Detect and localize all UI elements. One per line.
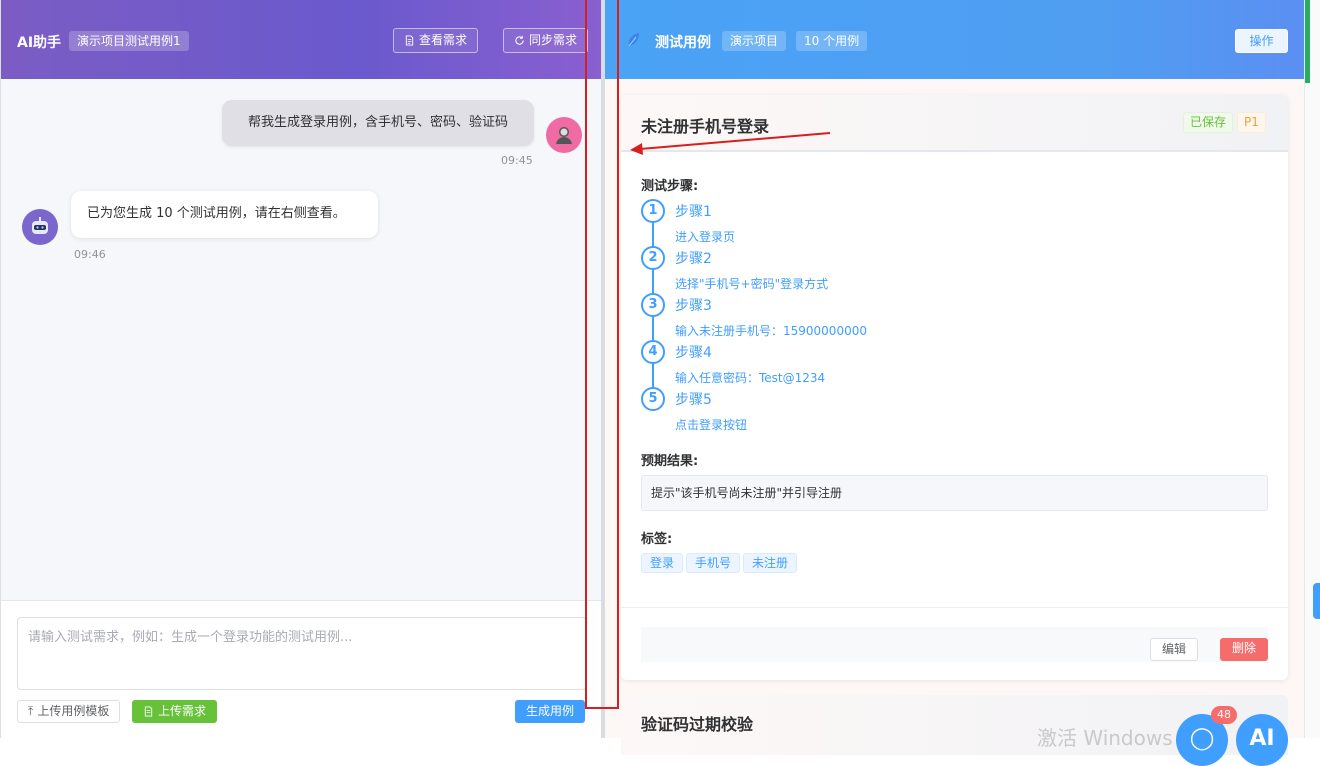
step-description: 点击登录按钮 [675,418,748,432]
test-case-header: 测试用例 演示项目 10 个用例 操作 [605,0,1304,79]
chat-icon: ◯ [1189,726,1215,751]
document-icon [144,706,153,717]
case-count-tag: 10 个用例 [796,31,868,51]
generate-cases-button[interactable]: 生成用例 [515,700,586,723]
project-tag: 演示项目测试用例1 [69,31,189,51]
test-case-title: 测试用例 [655,35,711,51]
step-description: 输入任意密码：Test@1234 [675,371,826,385]
case-tag: 登录 [641,553,684,573]
upload-requirement-button[interactable]: 上传需求 [132,700,218,723]
ai-message-time: 09:46 [74,248,106,261]
assistant-title: AI助手 [17,35,62,51]
case-tag: 未注册 [743,553,798,573]
window-edge [1304,0,1320,738]
step-number: 4 [641,340,665,364]
step-description: 输入未注册手机号：15900000000 [675,324,867,338]
step-title: 步骤1 [675,204,712,220]
chat-panel: AI助手 演示项目测试用例1 查看需求 同步需求 帮我生成登录用例，含手机号、密… [0,0,602,738]
ai-avatar [22,209,58,245]
sync-requirements-label: 同步需求 [529,33,578,47]
refresh-icon [515,35,524,45]
upload-template-label: 上传用例模板 [37,704,110,718]
step-description: 选择"手机号+密码"登录方式 [675,277,829,291]
step-title: 步骤3 [675,298,712,314]
sync-requirements-button[interactable]: 同步需求 [503,28,589,53]
test-case-card: 未注册手机号登录 已保存 P1 测试步骤: 1 步骤1 进入登录页 2 步骤2 … [621,95,1288,680]
edit-button[interactable]: 编辑 [1150,638,1198,661]
saved-badge: 已保存 [1183,112,1234,133]
user-avatar [546,117,582,153]
upload-icon: ⤒ [28,704,34,718]
notification-count-badge: 48 [1211,706,1237,724]
user-avatar-icon [556,127,572,144]
user-message-bubble: 帮我生成登录用例，含手机号、密码、验证码 [222,100,534,146]
step-number: 3 [641,293,665,317]
leaf-icon [628,33,639,47]
robot-icon [32,217,48,234]
side-handle[interactable] [1313,583,1320,619]
step-description: 进入登录页 [675,230,736,244]
generate-cases-label: 生成用例 [526,704,575,718]
step-number: 5 [641,387,665,411]
steps-label: 测试步骤: [641,179,699,194]
next-case-title: 验证码过期校验 [641,715,754,734]
edge-indicator [1305,0,1310,83]
document-icon [405,35,414,46]
step-title: 步骤5 [675,392,712,408]
view-requirements-button[interactable]: 查看需求 [393,28,479,53]
expected-result-label: 预期结果: [641,454,699,469]
expected-result-value: 提示"该手机号尚未注册"并引导注册 [641,475,1268,511]
requirement-input[interactable]: 请输入测试需求，例如：生成一个登录功能的测试用例... [17,617,587,690]
operations-button[interactable]: 操作 [1235,29,1288,53]
tags-label: 标签: [641,532,673,547]
step-title: 步骤4 [675,345,712,361]
case-tag: 手机号 [686,553,741,573]
chat-input-area: 请输入测试需求，例如：生成一个登录功能的测试用例... ⤒ 上传用例模板 上传需… [1,600,602,738]
ai-fab-label: AI [1249,726,1275,751]
priority-badge: P1 [1237,112,1266,133]
chat-header: AI助手 演示项目测试用例1 查看需求 同步需求 [1,0,602,79]
test-case-panel: 测试用例 演示项目 10 个用例 操作 未注册手机号登录 已保存 P1 测试步骤… [605,0,1304,755]
user-message-time: 09:45 [501,154,533,167]
card-divider [621,607,1288,608]
view-requirements-label: 查看需求 [419,33,468,47]
step-number: 1 [641,199,665,223]
delete-button[interactable]: 删除 [1220,638,1268,661]
project-tag: 演示项目 [722,31,787,51]
activation-watermark: 激活 Windows [1037,726,1173,750]
annotation-arrow [630,132,831,155]
upload-template-button[interactable]: ⤒ 上传用例模板 [17,700,121,723]
ai-assistant-button[interactable]: AI [1236,714,1288,766]
upload-requirement-label: 上传需求 [158,704,207,718]
step-number: 2 [641,246,665,270]
ai-message-bubble: 已为您生成 10 个测试用例，请在右侧查看。 [71,191,378,238]
step-title: 步骤2 [675,251,712,267]
